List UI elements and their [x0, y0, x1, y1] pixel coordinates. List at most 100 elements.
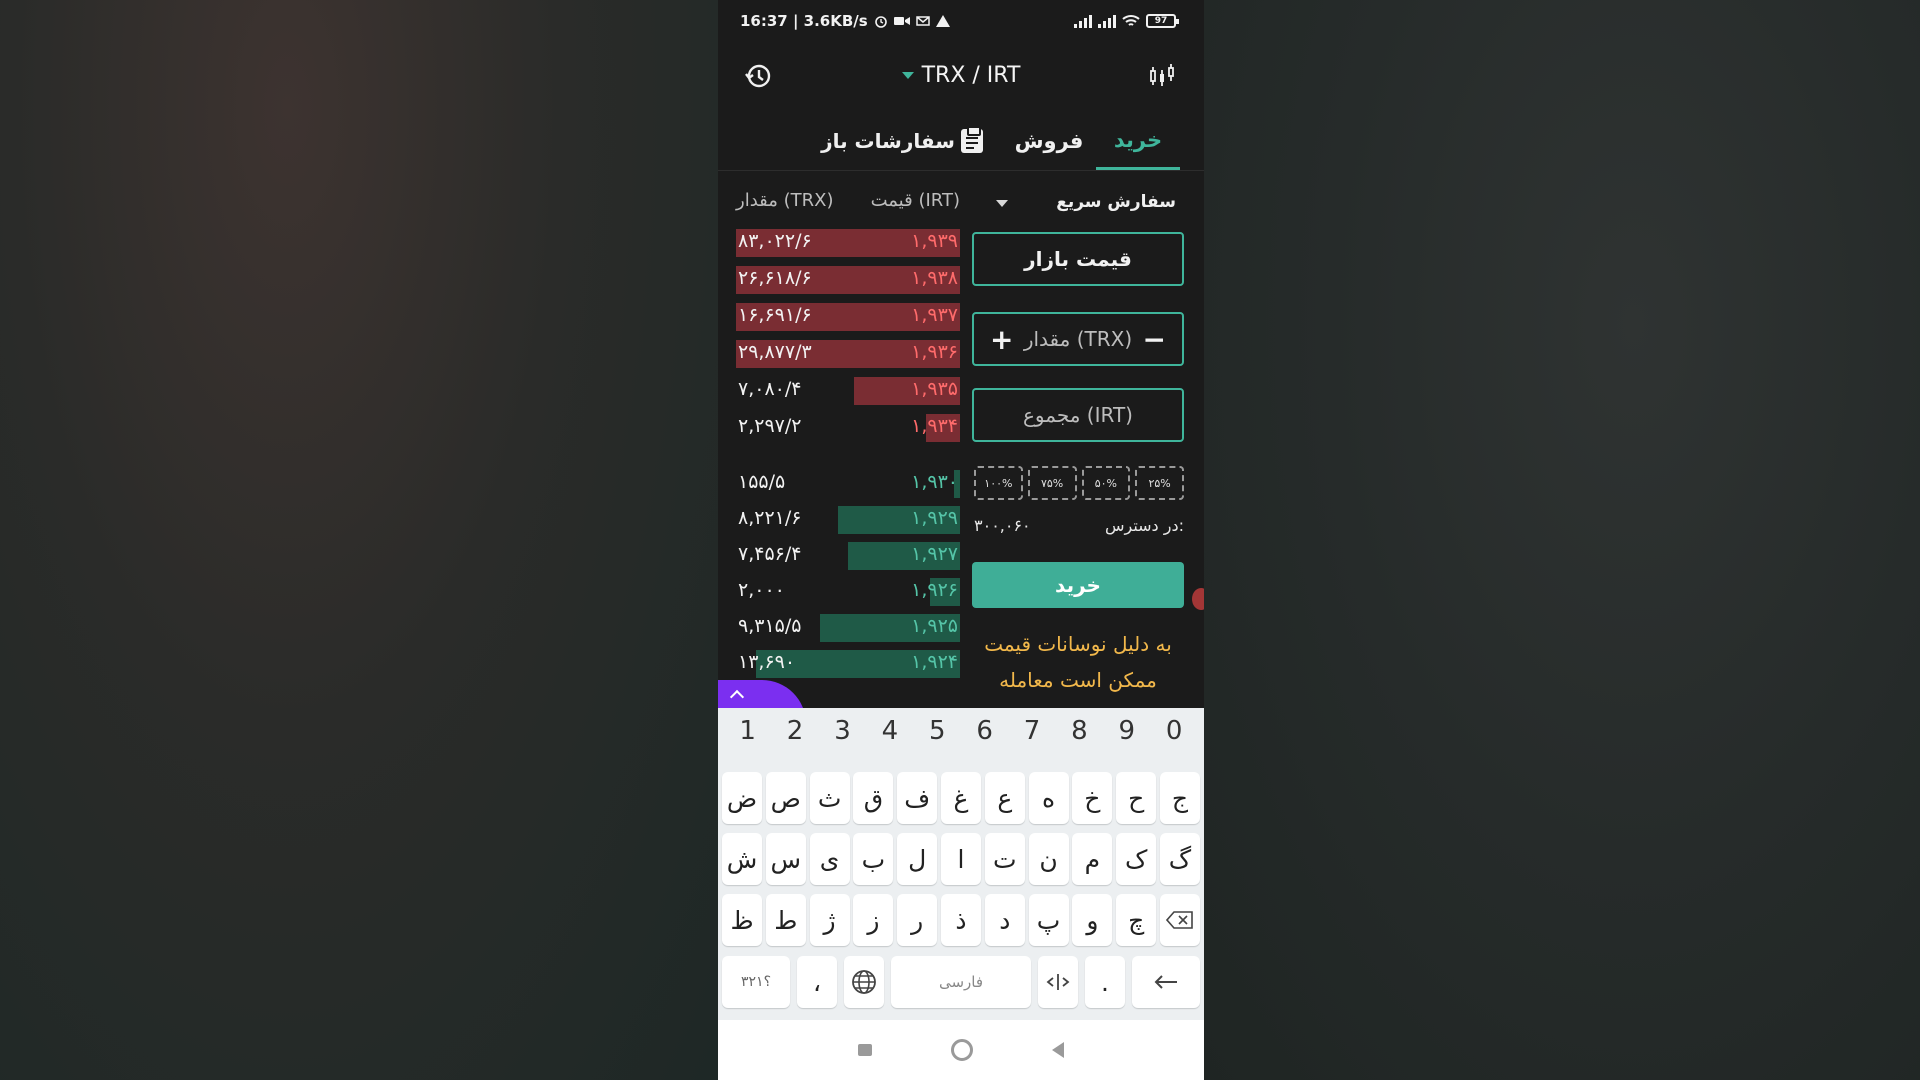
key[interactable]: 6: [963, 716, 1007, 746]
key[interactable]: 4: [868, 716, 912, 746]
period-key[interactable]: .: [1085, 956, 1125, 1008]
cursor-key[interactable]: [1038, 956, 1078, 1008]
percent-25-button[interactable]: ۲۵%: [1135, 466, 1184, 500]
ask-price: ۱,۹۳۵: [911, 378, 958, 400]
key[interactable]: 7: [1010, 716, 1054, 746]
order-type-dropdown-icon[interactable]: [996, 200, 1008, 207]
video-icon: [893, 17, 910, 25]
keyboard-number-row: 1 2 3 4 5 6 7 8 9 0: [718, 716, 1204, 746]
key[interactable]: 0: [1152, 716, 1196, 746]
available-balance: ۳۰۰,۰۶۰ در دسترس:: [974, 516, 1184, 535]
key[interactable]: ن: [1028, 833, 1069, 885]
key[interactable]: چ: [1116, 894, 1157, 946]
back-icon[interactable]: [1052, 1042, 1065, 1058]
comma-key[interactable]: ،: [797, 956, 837, 1008]
symbols-key[interactable]: ؟۳۲۱: [722, 956, 790, 1008]
bid-amount: ۷,۴۵۶/۴: [738, 543, 802, 565]
key[interactable]: م: [1072, 833, 1113, 885]
buy-button-label: خرید: [1055, 573, 1101, 597]
minus-icon[interactable]: −: [1143, 323, 1166, 356]
key[interactable]: ص: [765, 772, 806, 824]
quantity-placeholder: مقدار (TRX): [1023, 327, 1133, 351]
percent-50-button[interactable]: ۵۰%: [1081, 466, 1131, 500]
candlestick-icon[interactable]: [1148, 62, 1176, 90]
key[interactable]: غ: [940, 772, 981, 824]
key[interactable]: ا: [940, 833, 981, 885]
quantity-stepper[interactable]: + مقدار (TRX) −: [972, 312, 1184, 366]
key[interactable]: 1: [726, 716, 770, 746]
ask-row[interactable]: ۱۶,۶۹۱/۶ ۱,۹۳۷: [736, 302, 960, 332]
history-icon[interactable]: [744, 62, 772, 90]
percent-75-button[interactable]: ۷۵%: [1027, 466, 1077, 500]
key[interactable]: د: [984, 894, 1025, 946]
key[interactable]: پ: [1028, 894, 1069, 946]
key[interactable]: ف: [897, 772, 938, 824]
app-header: TRX / IRT: [718, 42, 1204, 108]
tab-buy[interactable]: خرید: [1096, 112, 1180, 170]
bid-row[interactable]: ۲,۰۰۰ ۱,۹۲۶: [736, 577, 960, 607]
status-time: 16:37 | 3.6KB/s: [740, 12, 868, 30]
key[interactable]: 2: [773, 716, 817, 746]
key[interactable]: ت: [984, 833, 1025, 885]
key[interactable]: ث: [809, 772, 850, 824]
keyboard-row-3: ظ ط ژ ز ر ذ د پ و چ: [722, 894, 1200, 946]
key[interactable]: ظ: [722, 894, 762, 946]
key[interactable]: 3: [820, 716, 864, 746]
price-volatility-warning: به دلیل نوسانات قیمت ممکن است معامله: [984, 632, 1172, 692]
total-field[interactable]: مجموع (IRT): [972, 388, 1184, 442]
key[interactable]: ز: [853, 894, 894, 946]
globe-icon: [852, 970, 876, 994]
key[interactable]: ض: [722, 772, 762, 824]
bid-row[interactable]: ۷,۴۵۶/۴ ۱,۹۲۷: [736, 541, 960, 571]
language-key[interactable]: [844, 956, 884, 1008]
tab-open-orders[interactable]: سفارشات باز: [802, 112, 1002, 170]
key[interactable]: خ: [1072, 772, 1113, 824]
price-column-header: قیمت (IRT): [870, 190, 960, 211]
key[interactable]: ب: [853, 833, 894, 885]
key[interactable]: ق: [853, 772, 894, 824]
ask-amount: ۲۶,۶۱۸/۶: [738, 267, 812, 289]
key[interactable]: ط: [765, 894, 806, 946]
key[interactable]: ج: [1159, 772, 1200, 824]
bid-row[interactable]: ۱۵۵/۵ ۱,۹۳۰: [736, 469, 960, 499]
ask-row[interactable]: ۲,۲۹۷/۲ ۱,۹۳۴: [736, 413, 960, 443]
key[interactable]: ه: [1028, 772, 1069, 824]
bid-row[interactable]: ۸,۲۲۱/۶ ۱,۹۲۹: [736, 505, 960, 535]
backspace-key[interactable]: [1159, 894, 1200, 946]
recents-icon[interactable]: [857, 1044, 872, 1056]
ask-row[interactable]: ۲۹,۸۷۷/۳ ۱,۹۳۶: [736, 339, 960, 369]
ask-row[interactable]: ۷,۰۸۰/۴ ۱,۹۳۵: [736, 376, 960, 406]
bid-row[interactable]: ۱۳,۶۹۰ ۱,۹۲۴: [736, 649, 960, 679]
key[interactable]: ر: [897, 894, 938, 946]
key[interactable]: ژ: [809, 894, 850, 946]
tab-sell[interactable]: فروش: [1002, 112, 1096, 170]
ask-row[interactable]: ۲۶,۶۱۸/۶ ۱,۹۳۸: [736, 265, 960, 295]
total-placeholder: مجموع (IRT): [1023, 403, 1133, 427]
key[interactable]: ی: [809, 833, 850, 885]
key[interactable]: 5: [915, 716, 959, 746]
key[interactable]: ح: [1116, 772, 1157, 824]
key[interactable]: 8: [1057, 716, 1101, 746]
key[interactable]: 9: [1105, 716, 1149, 746]
space-key[interactable]: فارسی: [891, 956, 1031, 1008]
bid-amount: ۲,۰۰۰: [738, 579, 785, 601]
key[interactable]: گ: [1159, 833, 1200, 885]
key[interactable]: ل: [897, 833, 938, 885]
plus-icon[interactable]: +: [990, 323, 1013, 356]
percent-100-button[interactable]: ۱۰۰%: [974, 466, 1023, 500]
bid-row[interactable]: ۹,۳۱۵/۵ ۱,۹۲۵: [736, 613, 960, 643]
market-price-button[interactable]: قیمت بازار: [972, 232, 1184, 286]
key[interactable]: س: [765, 833, 806, 885]
key[interactable]: ع: [984, 772, 1025, 824]
ask-row[interactable]: ۸۳,۰۲۲/۶ ۱,۹۳۹: [736, 228, 960, 258]
key[interactable]: ذ: [940, 894, 981, 946]
alarm-icon: [874, 16, 887, 28]
key[interactable]: ش: [722, 833, 762, 885]
order-type-label[interactable]: سفارش سریع: [1056, 192, 1176, 212]
key[interactable]: ک: [1116, 833, 1157, 885]
home-icon[interactable]: [950, 1039, 973, 1061]
enter-key[interactable]: [1132, 956, 1200, 1008]
buy-button[interactable]: خرید: [972, 562, 1184, 608]
pair-selector[interactable]: TRX / IRT: [901, 63, 1020, 88]
key[interactable]: و: [1072, 894, 1113, 946]
